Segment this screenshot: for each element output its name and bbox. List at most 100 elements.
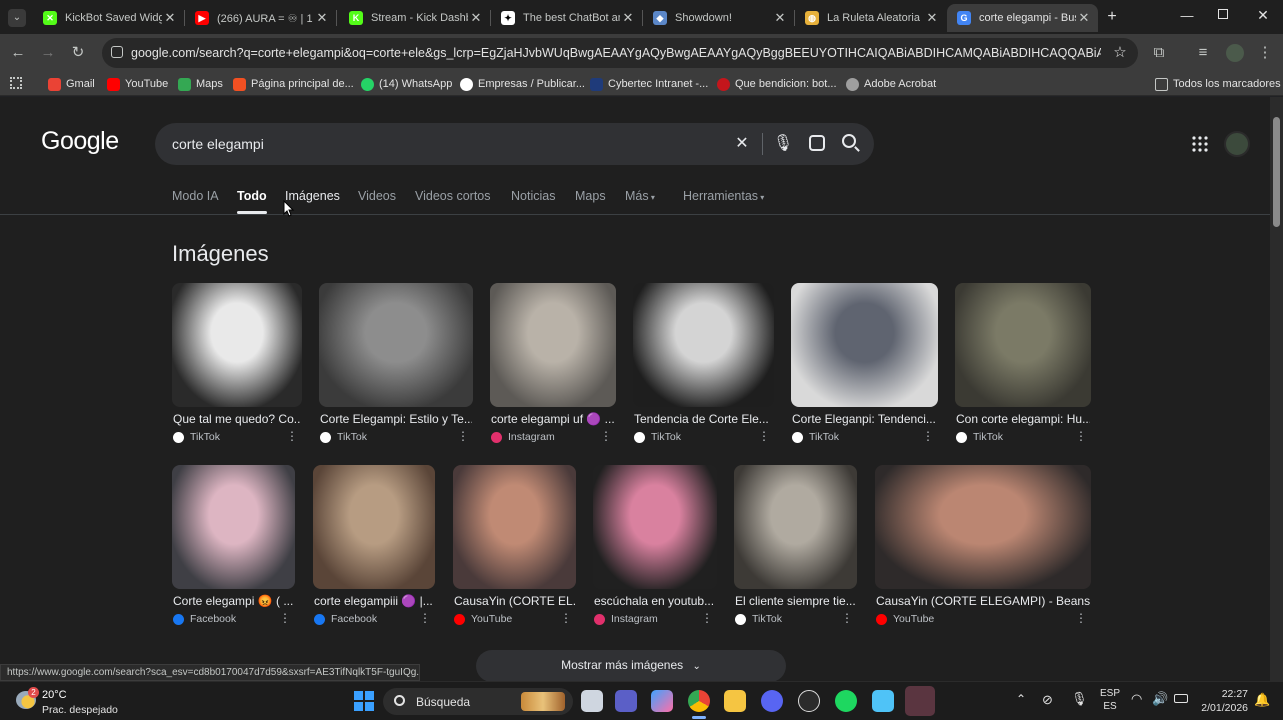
bookmark-item[interactable]: Que bendicion: bot... — [717, 76, 837, 92]
network-off-icon[interactable]: ⊘ — [1042, 692, 1053, 708]
search-tab[interactable]: Más ▾ — [625, 189, 655, 203]
bookmark-item[interactable]: Cybertec Intranet -... — [590, 76, 708, 92]
minimize-icon[interactable]: — — [1180, 8, 1194, 26]
bookmark-item[interactable]: YouTube — [107, 76, 168, 92]
image-result-source[interactable]: Instagram — [491, 431, 555, 443]
back-icon[interactable]: ← — [7, 42, 29, 64]
search-tab[interactable]: Modo IA — [172, 189, 219, 203]
tab-close-icon[interactable]: ✕ — [162, 10, 178, 26]
menu-kebab-icon[interactable]: ⋮ — [1254, 42, 1276, 64]
show-hidden-icons-icon[interactable]: ⌃ — [1016, 692, 1026, 706]
image-result-title[interactable]: CausaYin (CORTE EL... — [454, 594, 575, 608]
more-options-icon[interactable]: ⋮ — [457, 429, 469, 443]
more-options-icon[interactable]: ⋮ — [286, 429, 298, 443]
windows-start-icon[interactable] — [354, 691, 374, 711]
image-result-title[interactable]: Con corte elegampi: Hu... — [956, 412, 1090, 426]
image-result-card[interactable]: CausaYin (CORTE ELEGAMPI) - Beans... YouT… — [875, 465, 1091, 633]
image-result-source[interactable]: Instagram — [594, 613, 658, 625]
tab-search-button[interactable]: ⌄ — [8, 9, 26, 27]
clear-icon[interactable]: ✕ — [731, 133, 753, 155]
search-tab[interactable]: Videos — [358, 189, 396, 203]
image-result-title[interactable]: corte elegampiii 🟣 |... — [314, 594, 434, 608]
bookmark-item[interactable]: Página principal de... — [233, 76, 354, 92]
notepad-icon[interactable] — [872, 690, 894, 712]
url-text[interactable]: google.com/search?q=corte+elegampi&oq=co… — [131, 46, 1101, 60]
wifi-icon[interactable]: ◠ — [1131, 691, 1142, 707]
bookmark-item[interactable]: Adobe Acrobat — [846, 76, 936, 92]
image-thumbnail[interactable] — [319, 283, 473, 407]
image-result-title[interactable]: Que tal me quedo? Co... — [173, 412, 301, 426]
image-result-title[interactable]: Corte elegampi 😡 ( ... — [173, 594, 294, 608]
bookmark-item[interactable]: Maps — [178, 76, 223, 92]
search-query[interactable]: corte elegampi — [172, 136, 264, 152]
google-logo[interactable]: Google — [41, 127, 119, 156]
weather-widget[interactable]: 2 20°C Prac. despejado — [14, 687, 124, 717]
more-options-icon[interactable]: ⋮ — [419, 611, 431, 625]
image-result-title[interactable]: Tendencia de Corte Ele... — [634, 412, 773, 426]
more-options-icon[interactable]: ⋮ — [1075, 611, 1087, 625]
scrollbar-thumb[interactable] — [1273, 117, 1280, 227]
lens-camera-icon[interactable] — [809, 135, 825, 151]
image-thumbnail[interactable] — [172, 465, 295, 589]
all-bookmarks-folder[interactable]: Todos los marcadores — [1155, 76, 1281, 92]
more-options-icon[interactable]: ⋮ — [922, 429, 934, 443]
tab-close-icon[interactable]: ✕ — [468, 10, 484, 26]
volume-icon[interactable]: 🔊 — [1152, 691, 1168, 707]
image-result-source[interactable]: TikTok — [735, 613, 782, 625]
search-input[interactable]: corte elegampi ✕ 🎙 — [155, 123, 874, 165]
image-result-card[interactable]: Corte elegampi 😡 ( ... Facebook ⋮ — [172, 465, 295, 633]
bookmark-item[interactable]: Gmail — [48, 76, 95, 92]
browser-tab[interactable]: ◆ Showdown! ✕ — [643, 4, 794, 32]
search-tab[interactable]: Herramientas ▾ — [683, 189, 764, 203]
image-thumbnail[interactable] — [313, 465, 435, 589]
browser-tab[interactable]: Gcorte elegampi - Bus ✕ — [947, 4, 1098, 32]
image-result-card[interactable]: Con corte elegampi: Hu... TikTok ⋮ — [955, 283, 1091, 451]
search-tab[interactable]: Todo — [237, 189, 267, 214]
more-options-icon[interactable]: ⋮ — [701, 611, 713, 625]
more-options-icon[interactable]: ⋮ — [279, 611, 291, 625]
image-result-source[interactable]: YouTube — [876, 613, 934, 625]
image-result-source[interactable]: Facebook — [314, 613, 377, 625]
image-result-source[interactable]: TikTok — [956, 431, 1003, 443]
image-result-source[interactable]: TikTok — [792, 431, 839, 443]
image-result-card[interactable]: CausaYin (CORTE EL... YouTube ⋮ — [453, 465, 576, 633]
image-result-source[interactable]: Facebook — [173, 613, 236, 625]
image-thumbnail[interactable] — [172, 283, 302, 407]
spotify-icon[interactable] — [835, 690, 857, 712]
image-result-card[interactable]: Tendencia de Corte Ele... TikTok ⋮ — [633, 283, 774, 451]
task-view-icon[interactable] — [581, 690, 603, 712]
image-result-title[interactable]: corte elegampi uf 🟣 ... — [491, 412, 615, 426]
image-result-card[interactable]: Que tal me quedo? Co... TikTok ⋮ — [172, 283, 302, 451]
image-result-title[interactable]: escúchala en youtub... — [594, 594, 716, 608]
tab-close-icon[interactable]: ✕ — [924, 10, 940, 26]
image-thumbnail[interactable] — [453, 465, 576, 589]
image-thumbnail[interactable] — [791, 283, 938, 407]
battery-icon[interactable] — [1174, 694, 1188, 703]
language-indicator[interactable]: ESP ES — [1098, 687, 1122, 713]
more-options-icon[interactable]: ⋮ — [758, 429, 770, 443]
more-options-icon[interactable]: ⋮ — [600, 429, 612, 443]
show-more-images-button[interactable]: Mostrar más imágenes ⌄ — [476, 650, 786, 681]
restore-icon[interactable] — [1218, 9, 1228, 19]
search-tab[interactable]: Videos cortos — [415, 189, 491, 203]
image-result-title[interactable]: Corte Elegampi: Estilo y Te... — [320, 412, 472, 426]
media-controls-icon[interactable]: ≡ — [1192, 42, 1214, 64]
taskbar-search[interactable]: Búsqueda — [383, 688, 573, 715]
image-thumbnail[interactable] — [875, 465, 1091, 589]
tab-close-icon[interactable]: ✕ — [620, 10, 636, 26]
forward-icon[interactable]: → — [37, 42, 59, 64]
address-bar[interactable]: google.com/search?q=corte+elegampi&oq=co… — [102, 38, 1138, 68]
image-thumbnail[interactable] — [734, 465, 857, 589]
image-result-title[interactable]: Corte Eleganpi: Tendenci... — [792, 412, 937, 426]
image-result-source[interactable]: YouTube — [454, 613, 512, 625]
image-result-card[interactable]: Corte Elegampi: Estilo y Te... TikTok ⋮ — [319, 283, 473, 451]
site-info-icon[interactable] — [111, 46, 123, 58]
tab-close-icon[interactable]: ✕ — [772, 10, 788, 26]
image-thumbnail[interactable] — [593, 465, 717, 589]
chrome-icon[interactable] — [688, 690, 710, 712]
more-options-icon[interactable]: ⋮ — [1075, 429, 1087, 443]
microphone-icon[interactable]: 🎙 — [772, 133, 794, 155]
image-result-source[interactable]: TikTok — [320, 431, 367, 443]
microphone-icon[interactable]: 🎙 — [1071, 691, 1088, 707]
copilot-icon[interactable] — [651, 690, 673, 712]
